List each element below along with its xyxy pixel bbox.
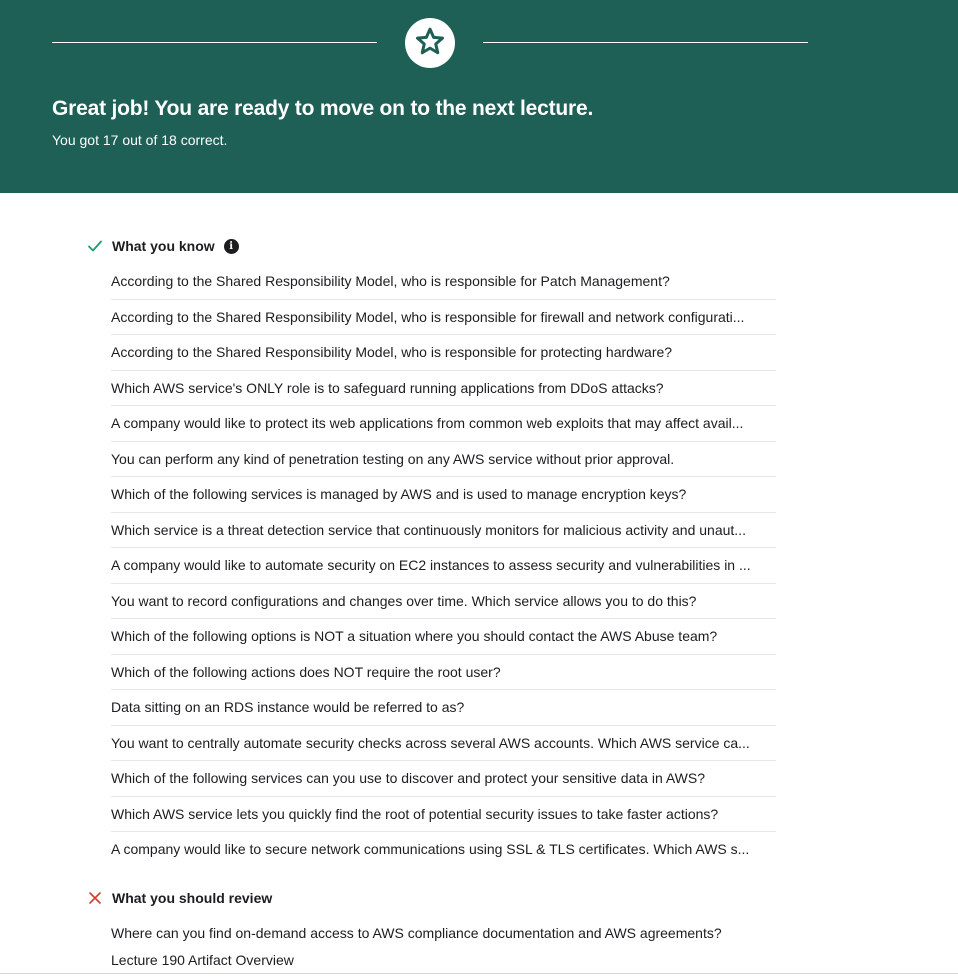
known-question-item[interactable]: According to the Shared Responsibility M… <box>111 335 776 371</box>
known-questions-list: According to the Shared Responsibility M… <box>111 264 776 868</box>
what-to-review-header: What you should review <box>86 888 272 908</box>
lecture-link[interactable]: Lecture 190 Artifact Overview <box>111 951 294 969</box>
review-questions-list: Where can you find on-demand access to A… <box>111 921 776 949</box>
check-icon <box>86 237 104 255</box>
review-question-item[interactable]: Where can you find on-demand access to A… <box>111 921 776 949</box>
what-to-review-title: What you should review <box>112 890 273 906</box>
divider-left <box>52 42 377 43</box>
star-badge <box>405 18 455 68</box>
known-question-item[interactable]: Which service is a threat detection serv… <box>111 513 776 548</box>
known-question-item[interactable]: Which AWS service's ONLY role is to safe… <box>111 371 776 406</box>
what-you-know-title: What you know <box>112 238 215 254</box>
bottom-divider <box>0 973 958 974</box>
known-question-item[interactable]: You want to record configurations and ch… <box>111 584 776 619</box>
known-question-item[interactable]: A company would like to automate securit… <box>111 548 776 584</box>
x-icon <box>86 889 104 907</box>
results-banner: Great job! You are ready to move on to t… <box>0 0 958 193</box>
known-question-item[interactable]: According to the Shared Responsibility M… <box>111 300 776 335</box>
known-question-item[interactable]: A company would like to protect its web … <box>111 406 776 442</box>
score-summary: You got 17 out of 18 correct. <box>52 132 228 148</box>
known-question-item[interactable]: Which of the following services can you … <box>111 761 776 797</box>
results-title: Great job! You are ready to move on to t… <box>52 97 594 120</box>
divider-right <box>483 42 808 43</box>
star-icon <box>415 26 445 61</box>
known-question-item[interactable]: Which of the following services is manag… <box>111 477 776 513</box>
known-question-item[interactable]: You want to centrally automate security … <box>111 726 776 761</box>
what-you-know-header: What you know i <box>86 236 239 256</box>
known-question-item[interactable]: Data sitting on an RDS instance would be… <box>111 690 776 726</box>
known-question-item[interactable]: Which of the following options is NOT a … <box>111 619 776 655</box>
known-question-item[interactable]: Which of the following actions does NOT … <box>111 655 776 690</box>
known-question-item[interactable]: Which AWS service lets you quickly find … <box>111 797 776 832</box>
info-icon[interactable]: i <box>223 238 239 254</box>
known-question-item[interactable]: A company would like to secure network c… <box>111 832 776 868</box>
known-question-item[interactable]: You can perform any kind of penetration … <box>111 442 776 477</box>
known-question-item[interactable]: According to the Shared Responsibility M… <box>111 264 776 300</box>
